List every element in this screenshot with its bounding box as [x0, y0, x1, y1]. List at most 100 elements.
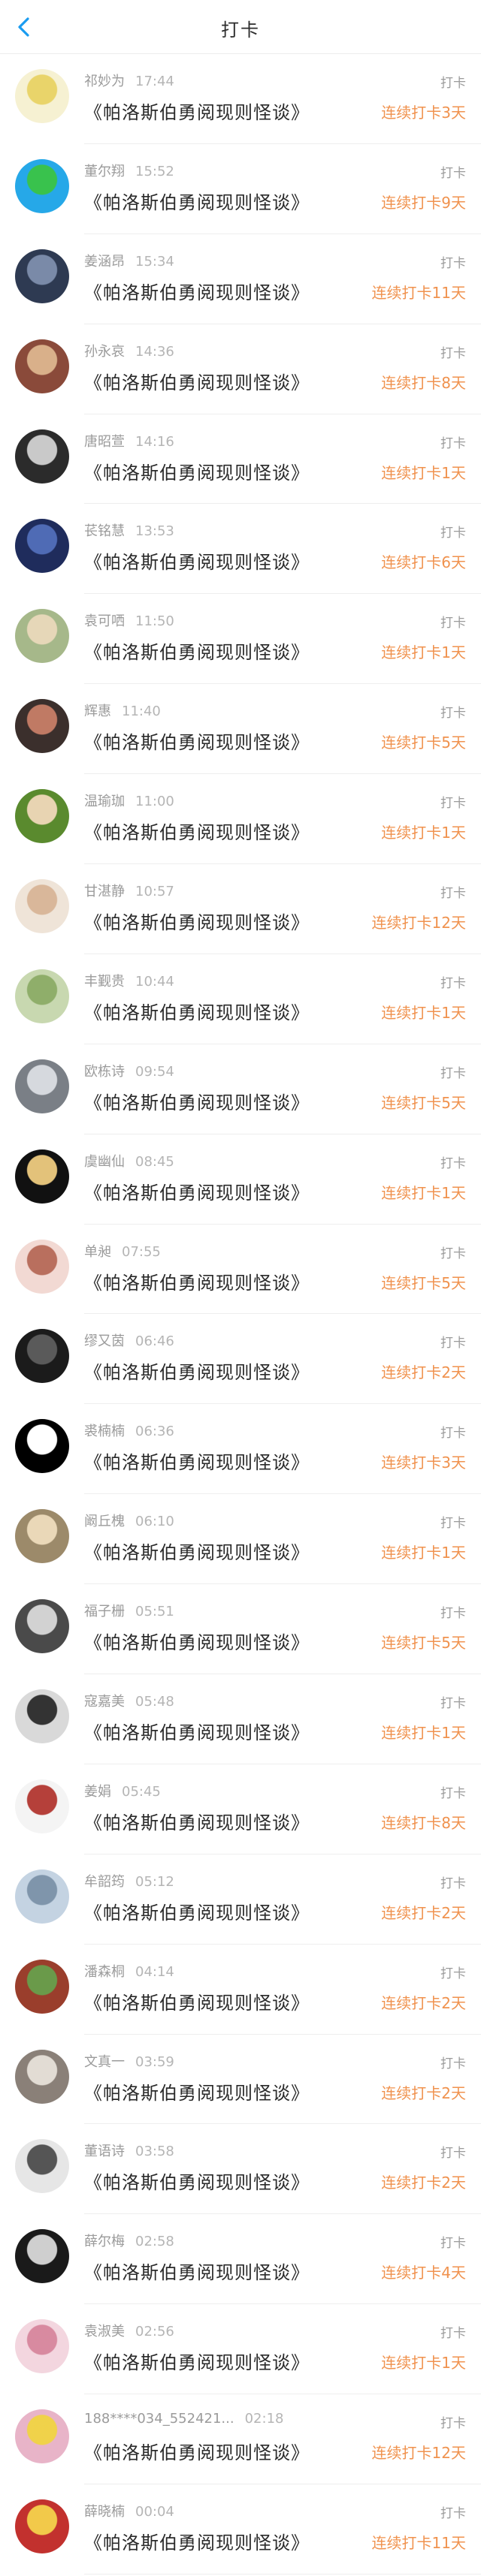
user-name[interactable]: 裘楠楠	[84, 1424, 125, 1439]
user-name[interactable]: 薛尔梅	[84, 2234, 125, 2249]
avatar[interactable]	[15, 969, 69, 1023]
avatar[interactable]	[15, 1329, 69, 1384]
user-name[interactable]: 袁可哂	[84, 613, 125, 629]
list-item[interactable]: 单昶 07:55 《帕洛斯伯勇阅现则怪谈》 打卡 连续打卡5天	[0, 1225, 481, 1315]
list-item[interactable]: 甘湛静 10:57 《帕洛斯伯勇阅现则怪谈》 打卡 连续打卡12天	[0, 864, 481, 954]
book-title: 《帕洛斯伯勇阅现则怪谈》	[84, 1272, 310, 1294]
avatar[interactable]	[15, 339, 69, 393]
list-item[interactable]: 董语诗 03:58 《帕洛斯伯勇阅现则怪谈》 打卡 连续打卡2天	[0, 2124, 481, 2215]
user-name[interactable]: 欧栋诗	[84, 1064, 125, 1080]
checkin-type-label: 打卡	[440, 1426, 466, 1442]
list-item[interactable]: 辉惠 11:40 《帕洛斯伯勇阅现则怪谈》 打卡 连续打卡5天	[0, 684, 481, 775]
page-title: 打卡	[221, 20, 260, 41]
avatar[interactable]	[15, 1149, 69, 1204]
list-item[interactable]: 虞幽仙 08:45 《帕洛斯伯勇阅现则怪谈》 打卡 连续打卡1天	[0, 1134, 481, 1225]
user-name[interactable]: 唐昭萱	[84, 434, 125, 450]
avatar[interactable]	[15, 519, 69, 574]
avatar[interactable]	[15, 699, 69, 754]
avatar[interactable]	[15, 1959, 69, 2014]
list-item[interactable]: 孙永哀 14:36 《帕洛斯伯勇阅现则怪谈》 打卡 连续打卡8天	[0, 324, 481, 414]
avatar[interactable]	[15, 1869, 69, 1924]
user-name[interactable]: 董尔翔	[84, 164, 125, 179]
list-item[interactable]: 188****034_552421... 02:18 《帕洛斯伯勇阅现则怪谈》 打卡连…	[0, 2394, 481, 2485]
list-item[interactable]: 唐昭萱 14:16 《帕洛斯伯勇阅现则怪谈》 打卡 连续打卡1天	[0, 414, 481, 505]
book-title: 《帕洛斯伯勇阅现则怪谈》	[84, 1362, 310, 1384]
list-item[interactable]: 董尔翔 15:52 《帕洛斯伯勇阅现则怪谈》 打卡 连续打卡9天	[0, 144, 481, 234]
user-name[interactable]: 祁妙为	[84, 74, 125, 89]
avatar[interactable]	[15, 1689, 69, 1744]
streak-badge: 连续打卡1天	[381, 643, 466, 662]
list-item[interactable]: 裘楠楠 06:36 《帕洛斯伯勇阅现则怪谈》 打卡 连续打卡3天	[0, 1404, 481, 1495]
avatar[interactable]	[15, 429, 69, 484]
list-item[interactable]: 袁淑美 02:56 《帕洛斯伯勇阅现则怪谈》 打卡 连续打卡1天	[0, 2304, 481, 2395]
user-meta: 姜涵昂 15:34	[84, 251, 174, 270]
avatar[interactable]	[15, 2049, 69, 2104]
user-name[interactable]: 孙永哀	[84, 344, 125, 360]
book-title: 《帕洛斯伯勇阅现则怪谈》	[84, 1182, 310, 1204]
list-item[interactable]: 寇嘉美 05:48 《帕洛斯伯勇阅现则怪谈》 打卡 连续打卡1天	[0, 1674, 481, 1764]
avatar[interactable]	[15, 249, 69, 303]
user-name[interactable]: 甘湛静	[84, 884, 125, 899]
avatar[interactable]	[15, 2139, 69, 2194]
avatar[interactable]	[15, 879, 69, 934]
list-item[interactable]: 丰觐贵 10:44 《帕洛斯伯勇阅现则怪谈》 打卡 连续打卡1天	[0, 954, 481, 1044]
list-item[interactable]: 薛尔梅 02:58 《帕洛斯伯勇阅现则怪谈》 打卡 连续打卡4天	[0, 2214, 481, 2305]
user-name[interactable]: 董语诗	[84, 2144, 125, 2159]
list-item[interactable]: 阚丘槐 06:10 《帕洛斯伯勇阅现则怪谈》 打卡 连续打卡1天	[0, 1494, 481, 1585]
user-name[interactable]: 苌铭慧	[84, 523, 125, 539]
avatar[interactable]	[15, 1419, 69, 1474]
avatar[interactable]	[15, 1059, 69, 1113]
avatar[interactable]	[15, 2499, 69, 2554]
avatar[interactable]	[15, 2229, 69, 2284]
user-name[interactable]: 寇嘉美	[84, 1694, 125, 1710]
list-item[interactable]: 温瑜珈 11:00 《帕洛斯伯勇阅现则怪谈》 打卡 连续打卡1天	[0, 774, 481, 865]
user-name[interactable]: 辉惠	[84, 704, 111, 719]
checkin-type-label: 打卡	[440, 2506, 466, 2522]
list-item[interactable]: 祁妙为 17:44 《帕洛斯伯勇阅现则怪谈》 打卡 连续打卡3天	[0, 54, 481, 144]
avatar[interactable]	[15, 609, 69, 664]
avatar[interactable]	[15, 158, 69, 213]
user-name[interactable]: 福子栅	[84, 1604, 125, 1619]
list-item[interactable]: 缪又茵 06:46 《帕洛斯伯勇阅现则怪谈》 打卡 连续打卡2天	[0, 1314, 481, 1405]
user-name[interactable]: 薛晓楠	[84, 2504, 125, 2520]
user-name[interactable]: 缪又茵	[84, 1333, 125, 1349]
list-item[interactable]: 牟韶筠 05:12 《帕洛斯伯勇阅现则怪谈》 打卡 连续打卡2天	[0, 1854, 481, 1945]
avatar[interactable]	[15, 1239, 69, 1294]
list-item[interactable]: 薛晓楠 00:04 《帕洛斯伯勇阅现则怪谈》 打卡 连续打卡11天	[0, 2484, 481, 2574]
avatar[interactable]	[15, 1599, 69, 1654]
user-name[interactable]: 牟韶筠	[84, 1874, 125, 1890]
avatar[interactable]	[15, 2409, 69, 2464]
user-name[interactable]: 潘森桐	[84, 1964, 125, 1980]
user-name[interactable]: 姜娟	[84, 1784, 111, 1800]
list-item[interactable]: 文真一 03:59 《帕洛斯伯勇阅现则怪谈》 打卡 连续打卡2天	[0, 2035, 481, 2125]
list-item[interactable]: 潘森桐 04:14 《帕洛斯伯勇阅现则怪谈》 打卡 连续打卡2天	[0, 1945, 481, 2035]
checkin-type-label: 打卡	[440, 706, 466, 722]
user-name[interactable]: 188****034_552421...	[84, 2411, 234, 2427]
user-name[interactable]: 袁淑美	[84, 2324, 125, 2339]
list-item[interactable]: 袁可哂 11:50 《帕洛斯伯勇阅现则怪谈》 打卡 连续打卡1天	[0, 594, 481, 685]
list-item[interactable]: 苌铭慧 13:53 《帕洛斯伯勇阅现则怪谈》 打卡 连续打卡6天	[0, 504, 481, 595]
user-name[interactable]: 阚丘槐	[84, 1514, 125, 1529]
user-name[interactable]: 姜涵昂	[84, 254, 125, 270]
list-item[interactable]: 欧栋诗 09:54 《帕洛斯伯勇阅现则怪谈》 打卡 连续打卡5天	[0, 1044, 481, 1134]
checkin-type-label: 打卡	[440, 1966, 466, 1981]
user-name[interactable]: 丰觐贵	[84, 974, 125, 990]
avatar[interactable]	[15, 789, 69, 844]
avatar[interactable]	[15, 1779, 69, 1833]
avatar[interactable]	[15, 2319, 69, 2374]
list-item[interactable]: 姜涵昂 15:34 《帕洛斯伯勇阅现则怪谈》 打卡 连续打卡11天	[0, 234, 481, 324]
checkin-type-label: 打卡	[440, 2236, 466, 2252]
checkin-type-label: 打卡	[440, 526, 466, 541]
user-name[interactable]: 单昶	[84, 1244, 111, 1260]
checkin-type-label: 打卡	[440, 1246, 466, 1261]
list-item[interactable]: 福子栅 05:51 《帕洛斯伯勇阅现则怪谈》 打卡 连续打卡5天	[0, 1584, 481, 1675]
user-meta: 唐昭萱 14:16	[84, 431, 174, 450]
user-name[interactable]: 虞幽仙	[84, 1154, 125, 1170]
user-name[interactable]: 文真一	[84, 2054, 125, 2070]
checkin-time: 14:16	[135, 433, 174, 450]
avatar[interactable]	[15, 69, 69, 123]
user-name[interactable]: 温瑜珈	[84, 794, 125, 809]
list-item[interactable]: 姜娟 05:45 《帕洛斯伯勇阅现则怪谈》 打卡 连续打卡8天	[0, 1764, 481, 1854]
avatar[interactable]	[15, 1509, 69, 1564]
book-title: 《帕洛斯伯勇阅现则怪谈》	[84, 732, 310, 754]
